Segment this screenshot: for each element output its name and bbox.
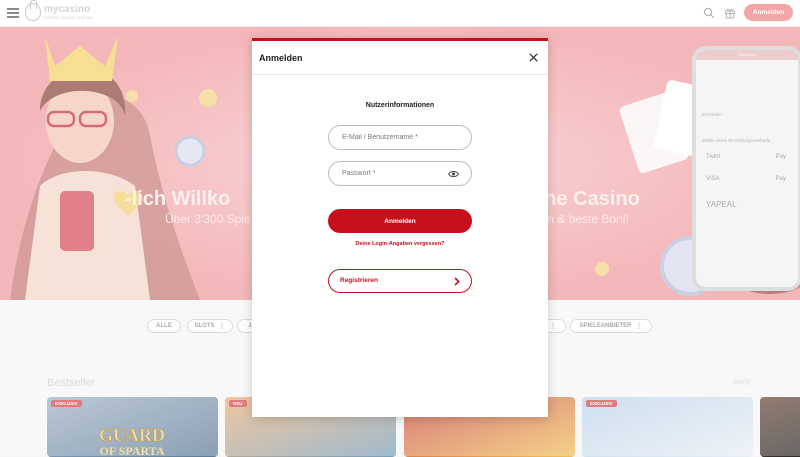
email-field[interactable] — [328, 125, 472, 150]
logo[interactable]: mycasino SWISS CASINO ONLINE — [25, 0, 94, 21]
modal-title: Anmelden — [259, 53, 303, 63]
logo-name: mycasino — [44, 3, 91, 15]
register-label: Registrieren — [340, 277, 378, 284]
email-input[interactable] — [329, 126, 452, 149]
gift-icon[interactable] — [724, 7, 736, 19]
search-icon[interactable] — [703, 7, 715, 19]
register-button[interactable]: Registrieren — [328, 269, 472, 293]
site-header: mycasino SWISS CASINO ONLINE Anmelden — [0, 0, 800, 27]
menu-icon[interactable] — [7, 8, 19, 18]
logo-tagline: SWISS CASINO ONLINE — [44, 14, 94, 20]
eye-icon[interactable] — [448, 170, 459, 178]
close-icon[interactable] — [529, 53, 538, 62]
logo-mark — [25, 0, 41, 21]
modal-header: Anmelden — [252, 41, 548, 75]
login-modal: Anmelden Nutzerinformationen Anmelden De… — [252, 38, 548, 417]
login-button[interactable]: Anmelden — [328, 209, 472, 233]
section-title: Nutzerinformationen — [365, 102, 435, 109]
forgot-login-link[interactable]: Deine Login-Angaben vergessen? — [252, 241, 548, 247]
chevron-right-icon — [454, 277, 460, 286]
password-input[interactable] — [329, 162, 452, 185]
password-field[interactable] — [328, 161, 472, 186]
header-login-button[interactable]: Anmelden — [744, 4, 793, 21]
